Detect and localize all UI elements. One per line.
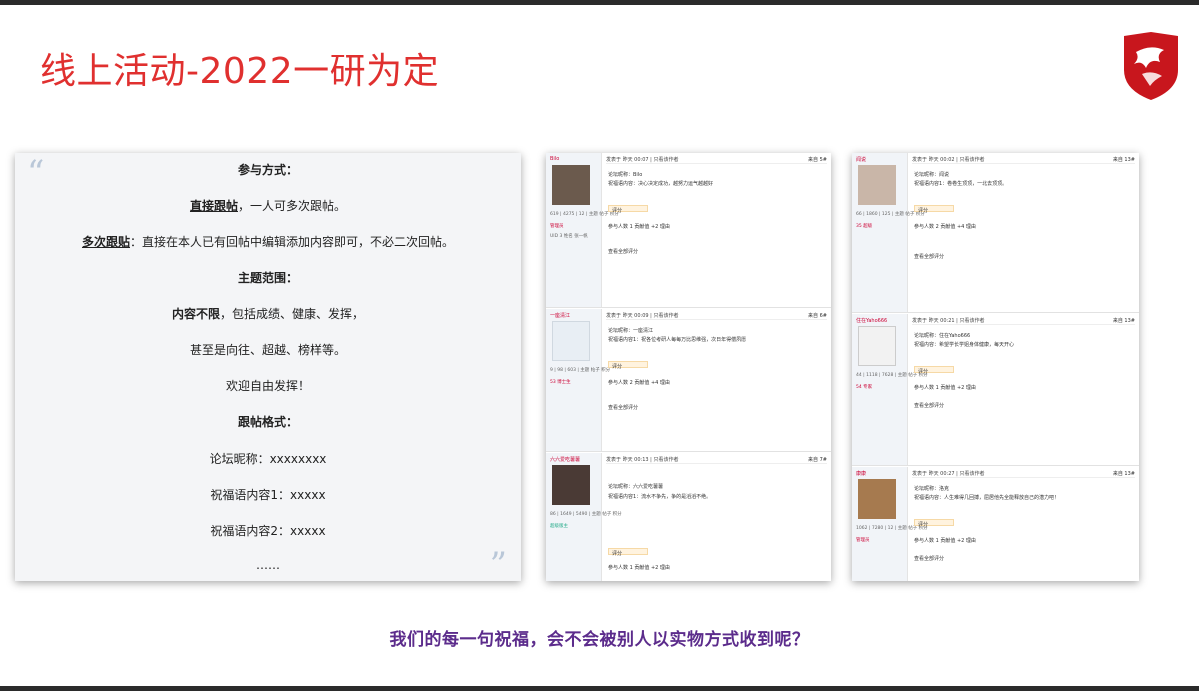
rate-summary: 参与人数 1 贡献值 +2 理由	[608, 565, 670, 571]
post-line: 论坛昵称：一座清江	[608, 328, 654, 334]
post-line: 论坛昵称：闻说	[914, 172, 950, 178]
avatar	[858, 165, 896, 205]
close-quote-icon: ”	[489, 545, 507, 585]
post-floor: 来自 13#	[1112, 318, 1135, 324]
post-username: 一座清江	[550, 313, 571, 319]
post-meta: 发表于 昨天 00:13 | 只看该作者	[606, 456, 827, 464]
post-meta: 发表于 昨天 00:21 | 只看该作者	[912, 317, 1135, 325]
forum-post: 闻说 66 | 1860 | 125 | 主题 帖子 积分 35 超级 发表于 …	[852, 153, 1139, 313]
post-username: 六六爱吃薯薯	[550, 457, 581, 463]
post-line: 祝福语内容：决心决定成功，越努力运气越越好	[608, 181, 714, 187]
method-direct: 直接跟帖，一人可多次跟帖。	[189, 199, 347, 213]
rate-badge: 评分	[608, 205, 648, 214]
post-username: Bilo	[550, 156, 560, 162]
post-line: 祝福语内容1：流水不争先，争的是滔滔不绝。	[608, 494, 712, 500]
avatar	[552, 465, 590, 505]
post-meta: 发表于 昨天 00:07 | 只看该作者	[606, 156, 827, 164]
post-line: 祝福内容：希望学长学姐身体健康，每天开心	[914, 342, 1015, 348]
rate-badge: 评分	[608, 548, 648, 557]
topic-line1: 内容不限，包括成绩、健康、发挥，	[171, 307, 365, 321]
post-meta: 发表于 昨天 00:09 | 只看该作者	[606, 312, 827, 320]
post-line: 祝福语内容1：祝各位考研人每每万比思维强，次日年得偿夙愿	[608, 337, 747, 343]
forum-screenshot-2: 闻说 66 | 1860 | 125 | 主题 帖子 积分 35 超级 发表于 …	[852, 153, 1139, 581]
post-meta: 发表于 昨天 00:27 | 只看该作者	[912, 470, 1135, 478]
dragon-shield-logo	[1124, 32, 1178, 100]
method-multiple: 多次跟贴：直接在本人已有回帖中编辑添加内容即可，不必二次回帖。	[81, 235, 455, 249]
avatar	[858, 479, 896, 519]
post-floor: 来自 6#	[808, 313, 827, 319]
post-line: 祝福语内容1：卷卷生顶顶，一北去顶顶。	[914, 181, 1008, 187]
top-border	[0, 0, 1199, 5]
post-floor: 来自 13#	[1112, 157, 1135, 163]
forum-post: 一座清江 9 | 98 | 603 | 主题 帖子 积分 53 博士生 发表于 …	[546, 309, 831, 452]
post-line: 论坛昵称：六六爱吃薯薯	[608, 484, 664, 490]
post-username: 闻说	[856, 157, 867, 163]
topic-heading: 主题范围：	[237, 271, 298, 285]
rate-summary: 参与人数 2 贡献值 +4 理由	[914, 224, 976, 230]
post-floor: 来自 13#	[1112, 471, 1135, 477]
rules-card: “ 参与方式： 直接跟帖，一人可多次跟帖。 多次跟贴：直接在本人已有回帖中编辑添…	[15, 153, 521, 585]
slide-caption: 我们的每一句祝福，会不会被别人以实物方式收到呢？	[389, 630, 810, 650]
format-content2: 祝福语内容2：xxxxx	[210, 524, 326, 538]
forum-post: 住在Yaho666 44 | 1118 | 7628 | 主题 帖子 积分 54…	[852, 314, 1139, 466]
welcome-text: 欢迎自由发挥！	[225, 379, 310, 393]
post-floor: 来自 5#	[808, 157, 827, 163]
post-meta: 发表于 昨天 00:02 | 只看该作者	[912, 156, 1135, 164]
rate-summary: 参与人数 2 贡献值 +4 理由	[608, 380, 670, 386]
view-all-ratings-link[interactable]: 查看全部评分	[608, 248, 638, 255]
view-all-ratings-link[interactable]: 查看全部评分	[914, 253, 944, 260]
forum-post: 康康 1062 | 7280 | 12 | 主题 帖子 积分 管理员 发表于 昨…	[852, 467, 1139, 581]
format-ellipsis: ……	[256, 558, 280, 572]
post-line: 祝福语内容：人生难得几回搏，屈居他先全能释放自己的潜力吧！	[914, 495, 1060, 501]
post-line: 论坛昵称：Bilo	[608, 172, 643, 178]
post-username: 康康	[856, 471, 867, 477]
topic-line2: 甚至是向往、超越、榜样等。	[189, 343, 346, 357]
avatar	[552, 165, 590, 205]
avatar	[858, 326, 896, 366]
view-all-ratings-link[interactable]: 查看全部评分	[914, 402, 944, 409]
rate-badge: 评分	[914, 519, 954, 528]
rate-badge: 评分	[914, 205, 954, 214]
view-all-ratings-link[interactable]: 查看全部评分	[914, 555, 944, 562]
post-line: 论坛昵称：洛克	[914, 486, 950, 492]
slide-title: 线上活动-2022一研为定	[40, 51, 440, 92]
forum-screenshot-1: Bilo 619 | 4275 | 12 | 主题 帖子 积分 管理员 UID …	[546, 153, 831, 581]
bottom-border	[0, 686, 1199, 691]
forum-post: 六六爱吃薯薯 86 | 1649 | 5490 | 主题 帖子 积分 超级版主 …	[546, 453, 831, 581]
view-all-ratings-link[interactable]: 查看全部评分	[608, 404, 638, 411]
post-line: 论坛昵称：住在Yaho666	[914, 333, 971, 339]
format-content1: 祝福语内容1：xxxxx	[210, 488, 326, 502]
rate-summary: 参与人数 1 贡献值 +2 理由	[914, 385, 976, 391]
participation-heading: 参与方式：	[237, 163, 298, 177]
post-floor: 来自 7#	[808, 457, 827, 463]
rate-summary: 参与人数 1 贡献值 +2 理由	[914, 538, 976, 544]
rate-badge: 评分	[914, 366, 954, 375]
forum-post: Bilo 619 | 4275 | 12 | 主题 帖子 积分 管理员 UID …	[546, 153, 831, 308]
rate-badge: 评分	[608, 361, 648, 370]
format-heading: 跟帖格式：	[237, 415, 298, 429]
post-username: 住在Yaho666	[856, 318, 888, 324]
avatar	[552, 321, 590, 361]
format-nickname: 论坛昵称：xxxxxxxx	[209, 452, 327, 466]
rate-summary: 参与人数 1 贡献值 +2 理由	[608, 224, 670, 230]
